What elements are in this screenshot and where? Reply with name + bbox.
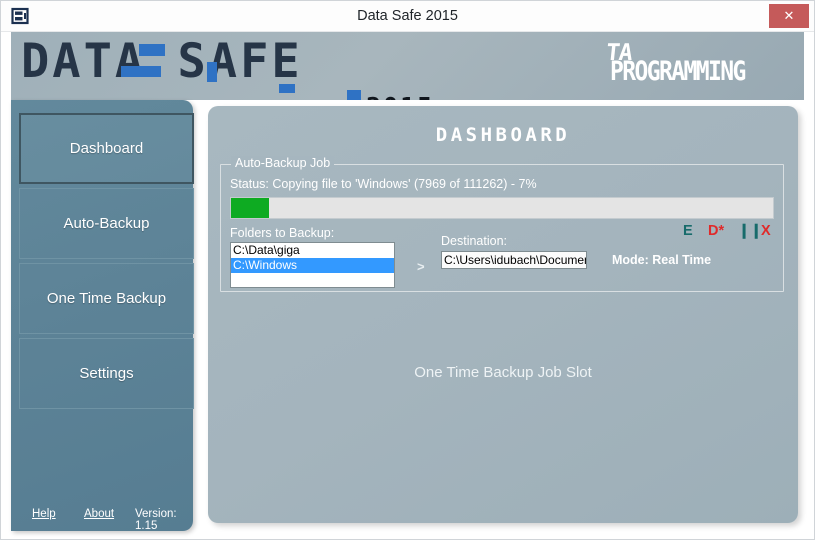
- arrow-separator-icon: >: [417, 259, 425, 274]
- auto-backup-job-group: Auto-Backup Job Status: Copying file to …: [220, 156, 784, 292]
- progress-bar-fill: [231, 198, 269, 218]
- one-time-backup-job-slot[interactable]: One Time Backup Job Slot: [208, 364, 798, 381]
- logo-accent-block-5: [347, 90, 361, 100]
- pause-job-button[interactable]: ❙❙: [738, 223, 762, 239]
- app-banner: DATA SAFE 2015 TA PROGRAMMING: [11, 32, 804, 100]
- sidebar-item-one-time-backup[interactable]: One Time Backup: [19, 263, 194, 334]
- destination-label: Destination:: [441, 234, 508, 248]
- title-bar: Data Safe 2015 ✕: [1, 1, 814, 32]
- folders-to-backup-list[interactable]: C:\Data\giga C:\Windows: [230, 242, 395, 288]
- list-item[interactable]: C:\Windows: [231, 258, 394, 273]
- logo-year-text: 2015: [366, 94, 434, 100]
- stop-job-button[interactable]: X: [761, 223, 771, 239]
- sidebar-footer: Help About Version: 1.15: [11, 504, 193, 532]
- logo-accent-block-1: [139, 44, 165, 56]
- progress-bar: [230, 197, 774, 219]
- folders-to-backup-label: Folders to Backup:: [230, 226, 335, 240]
- sidebar-item-settings[interactable]: Settings: [19, 338, 194, 409]
- page-title: DASHBOARD: [435, 124, 571, 146]
- delete-job-button[interactable]: D*: [708, 223, 724, 239]
- logo-accent-block-2: [121, 66, 161, 77]
- sidebar-item-dashboard[interactable]: Dashboard: [19, 113, 194, 184]
- sidebar: Dashboard Auto-Backup One Time Backup Se…: [11, 100, 194, 532]
- vendor-logo-bottom: PROGRAMMING: [610, 56, 746, 87]
- destination-input[interactable]: C:\Users\idubach\Documen: [441, 251, 587, 269]
- version-label: Version: 1.15: [135, 508, 177, 532]
- help-link[interactable]: Help: [32, 508, 56, 520]
- mode-label: Mode: Real Time: [612, 253, 712, 267]
- edit-job-button[interactable]: E: [683, 223, 693, 239]
- window-title: Data Safe 2015: [357, 8, 458, 24]
- list-item[interactable]: C:\Data\giga: [231, 243, 394, 258]
- application-window: Data Safe 2015 ✕ DATA SAFE 2015 TA PROGR…: [0, 0, 815, 540]
- sidebar-item-auto-backup[interactable]: Auto-Backup: [19, 188, 194, 259]
- vendor-logo: TA PROGRAMMING: [596, 40, 796, 92]
- close-button[interactable]: ✕: [769, 4, 809, 28]
- job-status-text: Status: Copying file to 'Windows' (7969 …: [230, 177, 537, 191]
- logo-accent-block-4: [279, 84, 295, 93]
- auto-backup-job-group-title: Auto-Backup Job: [231, 156, 335, 170]
- main-panel: DASHBOARD Auto-Backup Job Status: Copyin…: [208, 106, 798, 523]
- datasafe-logo-text: DATA SAFE: [21, 34, 303, 89]
- about-link[interactable]: About: [84, 508, 114, 520]
- logo-accent-block-3: [207, 62, 217, 82]
